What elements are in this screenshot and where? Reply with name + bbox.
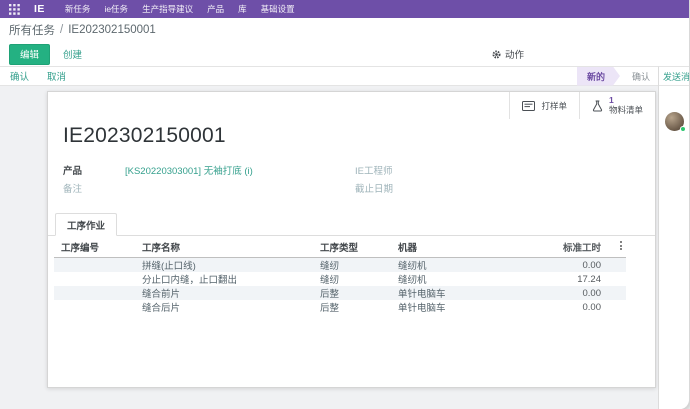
cell-name: 分止口内缝，止口翻出 <box>142 272 320 286</box>
app-window: IE 新任务 ie任务 生产指导建议 产品 库 基础设置 所有任务 / IE20… <box>0 0 690 409</box>
cell-hours: 17.24 <box>526 274 601 285</box>
chatter-panel: 发送消息 <box>658 66 690 409</box>
breadcrumb-parent[interactable]: 所有任务 <box>9 22 55 38</box>
cell-type: 后整 <box>320 300 398 314</box>
breadcrumb-current: IE202302150001 <box>68 24 156 36</box>
header-operation-type[interactable]: 工序类型 <box>320 240 398 254</box>
nav-item-ie-tasks[interactable]: ie任务 <box>104 3 128 15</box>
product-value-link[interactable]: [KS20220303001] 无袖打底 (i) <box>125 163 253 177</box>
field-deadline: 截止日期 <box>355 181 640 195</box>
table-row[interactable]: 缝合前片 后整 单针电脑车 0.00 <box>54 286 626 300</box>
edit-button[interactable]: 编辑 <box>9 44 50 65</box>
nav-item-new-task[interactable]: 新任务 <box>65 3 91 15</box>
nav-item-settings[interactable]: 基础设置 <box>261 3 295 15</box>
table-row[interactable]: 缝合后片 后整 单针电脑车 0.00 <box>54 300 626 314</box>
operations-table: 工序编号 工序名称 工序类型 机器 标准工时 拼缝(止口线) 缝纫 缝纫机 0.… <box>54 236 626 314</box>
cell-hours: 0.00 <box>526 302 601 313</box>
nav-item-production-suggestions[interactable]: 生产指导建议 <box>142 3 193 15</box>
optional-columns-icon[interactable] <box>618 239 624 252</box>
stage-widget: 新的 确认 <box>577 67 650 86</box>
cell-type: 缝纫 <box>320 272 398 286</box>
action-menu[interactable]: 动作 <box>492 47 524 61</box>
stage-new[interactable]: 新的 <box>577 67 620 86</box>
bom-button-text: 1 物料清单 <box>609 96 643 116</box>
cell-hours: 0.00 <box>526 288 601 299</box>
cell-name: 拼缝(止口线) <box>142 258 320 272</box>
product-label: 产品 <box>63 163 125 177</box>
table-row[interactable]: 拼缝(止口线) 缝纫 缝纫机 0.00 <box>54 258 626 272</box>
gear-icon <box>492 50 501 59</box>
breadcrumb: 所有任务 / IE202302150001 <box>0 18 689 42</box>
field-engineer: IE工程师 <box>355 163 640 177</box>
nav-item-inventory[interactable]: 库 <box>238 3 247 15</box>
print-sample-label: 打样单 <box>541 100 567 112</box>
cell-name: 缝合后片 <box>142 300 320 314</box>
cell-type: 缝纫 <box>320 258 398 272</box>
tab-operations[interactable]: 工序作业 <box>55 213 117 236</box>
table-row[interactable]: 分止口内缝，止口翻出 缝纫 缝纫机 17.24 <box>54 272 626 286</box>
deadline-label[interactable]: 截止日期 <box>355 181 393 195</box>
nav-item-products[interactable]: 产品 <box>207 3 224 15</box>
cell-machine: 缝纫机 <box>398 258 526 272</box>
notebook: 工序作业 工序编号 工序名称 工序类型 机器 标准工时 拼缝(止口线) 缝纫 <box>48 213 655 314</box>
breadcrumb-separator: / <box>60 24 63 36</box>
workflow-buttons: 确认 取消 <box>10 69 66 83</box>
cell-hours: 0.00 <box>526 260 601 271</box>
smart-button-box: 打样单 1 物料清单 <box>509 92 655 119</box>
header-operation-code[interactable]: 工序编号 <box>54 240 142 254</box>
field-notes: 备注 <box>63 181 355 195</box>
control-panel: 编辑 创建 动作 <box>0 42 689 66</box>
action-menu-label: 动作 <box>505 47 524 61</box>
header-operation-name[interactable]: 工序名称 <box>142 240 320 254</box>
form-sheet: 打样单 1 物料清单 IE202302150001 <box>47 91 656 388</box>
nav-menu: 新任务 ie任务 生产指导建议 产品 库 基础设置 <box>65 3 295 15</box>
tab-strip: 工序作业 <box>48 213 655 236</box>
cell-machine: 单针电脑车 <box>398 286 526 300</box>
notes-label[interactable]: 备注 <box>63 181 82 195</box>
top-navbar: IE 新任务 ie任务 生产指导建议 产品 库 基础设置 <box>0 0 689 18</box>
cell-machine: 缝纫机 <box>398 272 526 286</box>
engineer-label[interactable]: IE工程师 <box>355 163 392 177</box>
apps-grid-icon[interactable] <box>8 3 20 15</box>
flask-icon <box>592 100 603 112</box>
stage-confirmed[interactable]: 确认 <box>632 70 650 83</box>
document-icon <box>522 101 535 111</box>
cell-type: 后整 <box>320 286 398 300</box>
field-grid: 产品 [KS20220303001] 无袖打底 (i) IE工程师 备注 截止日… <box>63 163 640 195</box>
bom-label: 物料清单 <box>609 106 643 116</box>
main-content: 打样单 1 物料清单 IE202302150001 <box>0 86 658 409</box>
user-avatar[interactable] <box>665 112 684 131</box>
send-message-button[interactable]: 发送消息 <box>659 67 690 86</box>
header-standard-hours[interactable]: 标准工时 <box>526 240 601 254</box>
record-title: IE202302150001 <box>63 124 655 148</box>
cancel-button[interactable]: 取消 <box>47 69 66 83</box>
field-product: 产品 [KS20220303001] 无袖打底 (i) <box>63 163 355 177</box>
cell-name: 缝合前片 <box>142 286 320 300</box>
header-machine[interactable]: 机器 <box>398 240 526 254</box>
online-status-dot <box>680 126 686 132</box>
create-button[interactable]: 创建 <box>63 47 82 61</box>
confirm-button[interactable]: 确认 <box>10 69 29 83</box>
statusbar-row: 确认 取消 新的 确认 <box>0 66 658 86</box>
table-header-row: 工序编号 工序名称 工序类型 机器 标准工时 <box>54 236 626 258</box>
app-brand[interactable]: IE <box>34 3 45 15</box>
bom-smart-button[interactable]: 1 物料清单 <box>579 92 655 119</box>
cell-machine: 单针电脑车 <box>398 300 526 314</box>
print-sample-button[interactable]: 打样单 <box>509 92 579 119</box>
